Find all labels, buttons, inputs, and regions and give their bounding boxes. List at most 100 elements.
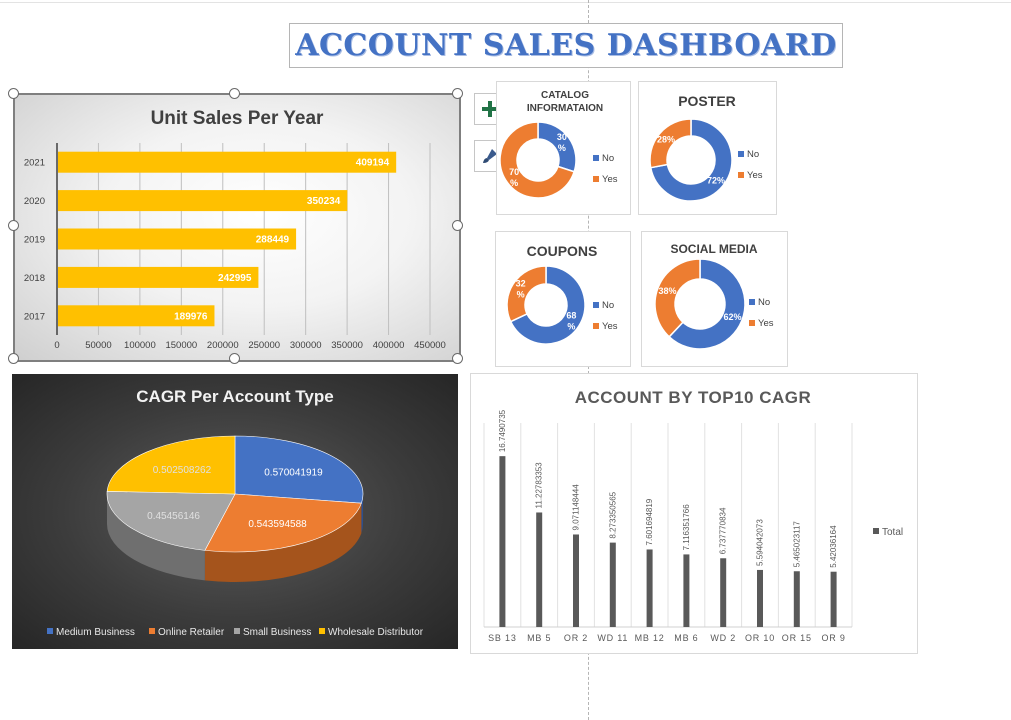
social-media-chart[interactable]: SOCIAL MEDIA 62% 38% No Yes [641,231,788,367]
data-label: 0.570041919 [264,467,323,478]
legend-swatch [319,628,325,634]
bar [757,569,763,627]
resize-handle-left[interactable] [8,220,19,231]
legend-swatch [749,320,755,326]
data-label: 32 [516,278,526,288]
x-tick-label: OR 10 [745,633,775,643]
legend-label: Yes [602,321,618,332]
catalog-donut-svg: CATALOGINFORMATAION30%70%NoYes [499,90,618,199]
bar [573,534,579,627]
chart-title: Unit Sales Per Year [151,108,324,129]
legend-label: No [747,149,759,160]
data-label: % [558,143,566,153]
x-tick-label: OR 15 [782,633,812,643]
chart-title: COUPONS [527,243,598,259]
poster-donut-svg: POSTER 72% 28% No Yes [649,93,763,202]
x-tick-label: 300000 [290,340,322,351]
bar [646,549,653,627]
dashboard-title-box: ACCOUNT SALES DASHBOARD [289,23,843,68]
data-label: 72% [707,176,725,186]
cagr-pie-svg: CAGR Per Account Type 0.570041919 0.543594… [47,387,424,638]
bar [536,512,543,627]
chart-title: POSTER [678,93,736,109]
dashboard-title: ACCOUNT SALES DASHBOARD [295,28,837,63]
x-tick-label: 200000 [207,340,239,351]
bar [58,151,397,173]
data-label: 409194 [356,158,390,169]
page-top-border [0,2,1011,3]
x-tick-label: WD 2 [710,633,736,643]
donut-slice [506,265,547,323]
data-label: 38% [658,286,676,296]
x-tick-label: 450000 [414,340,446,351]
resize-handle-top-right[interactable] [452,88,463,99]
social-media-donut-svg: SOCIAL MEDIA 62% 38% No Yes [654,242,774,350]
data-label: 5.465023117 [792,521,801,568]
data-label: 5.594042073 [756,519,765,566]
legend-swatch [749,299,755,305]
legend-label: Small Business [243,627,311,638]
data-label: 70 [509,167,519,177]
data-label: 242995 [218,273,252,284]
data-label: 0.543594588 [248,519,307,530]
resize-handle-bottom[interactable] [229,353,240,364]
data-label: 62% [724,312,742,322]
chart-title: ACCOUNT BY TOP10 CAGR [575,388,812,407]
x-tick-label: SB 13 [488,633,517,643]
legend-swatch [738,151,744,157]
x-tick-label: 150000 [165,340,197,351]
legend-label: Online Retailer [158,627,225,638]
bar [58,190,348,212]
top10-cagr-svg: ACCOUNT BY TOP10 CAGR 16.7490735 SB 13 11.2… [483,388,903,643]
legend-label: Yes [758,318,774,329]
x-tick-label: 350000 [331,340,363,351]
catalog-chart[interactable]: CATALOG INFORMATAION 30% 70% No Yes [496,81,631,215]
resize-handle-top[interactable] [229,88,240,99]
legend-swatch [873,528,879,534]
bar [499,456,506,627]
x-tick-label: OR 9 [821,633,845,643]
chart-title: SOCIAL MEDIA [670,242,757,256]
legend-label: No [758,297,770,308]
top10-cagr-chart[interactable]: ACCOUNT BY TOP10 CAGR 16.7490735 SB 13 11.2… [470,373,918,654]
cagr-account-type-chart[interactable]: CAGR Per Account Type 0.570041919 0.543594… [12,374,458,649]
data-label: 0.502508262 [153,465,212,476]
legend-label: No [602,153,614,164]
bar [720,558,727,627]
bar [609,542,616,627]
legend-label: No [602,300,614,311]
data-label: 350234 [307,196,341,207]
data-label: 11.22783353 [535,462,544,509]
coupons-donut-svg: COUPONS68%32%NoYes [506,243,618,345]
legend-label: Wholesale Distributor [328,627,424,638]
legend-swatch [234,628,240,634]
data-label: 28% [657,134,675,144]
data-label: 30 [557,132,567,142]
legend-swatch [593,176,599,182]
y-tick-label: 2020 [24,196,45,207]
unit-sales-chart[interactable]: Unit Sales Per Year 0 50000 100000 150000 200… [13,93,461,362]
y-tick-label: 2018 [24,273,45,284]
data-label: 68 [566,311,576,321]
legend-swatch [738,172,744,178]
x-tick-label: OR 2 [564,633,588,643]
data-label: 288449 [256,235,290,246]
bar [683,554,690,627]
data-label: 189976 [174,311,208,322]
resize-handle-bottom-right[interactable] [452,353,463,364]
data-label: 6.737770834 [719,507,728,554]
bar [830,571,837,627]
coupons-chart[interactable]: COUPONS 68% 32% No Yes [495,231,631,367]
resize-handle-right[interactable] [452,220,463,231]
data-label: % [510,178,518,188]
legend-label: Total [882,527,903,538]
legend-label: Yes [747,170,763,181]
poster-chart[interactable]: POSTER 72% 28% No Yes [638,81,777,215]
legend-label: Medium Business [56,627,135,638]
resize-handle-bottom-left[interactable] [8,353,19,364]
data-label: 7.601694819 [645,498,654,545]
resize-handle-top-left[interactable] [8,88,19,99]
legend-swatch [593,323,599,329]
x-tick-label: 0 [54,340,59,351]
bar [793,571,800,627]
